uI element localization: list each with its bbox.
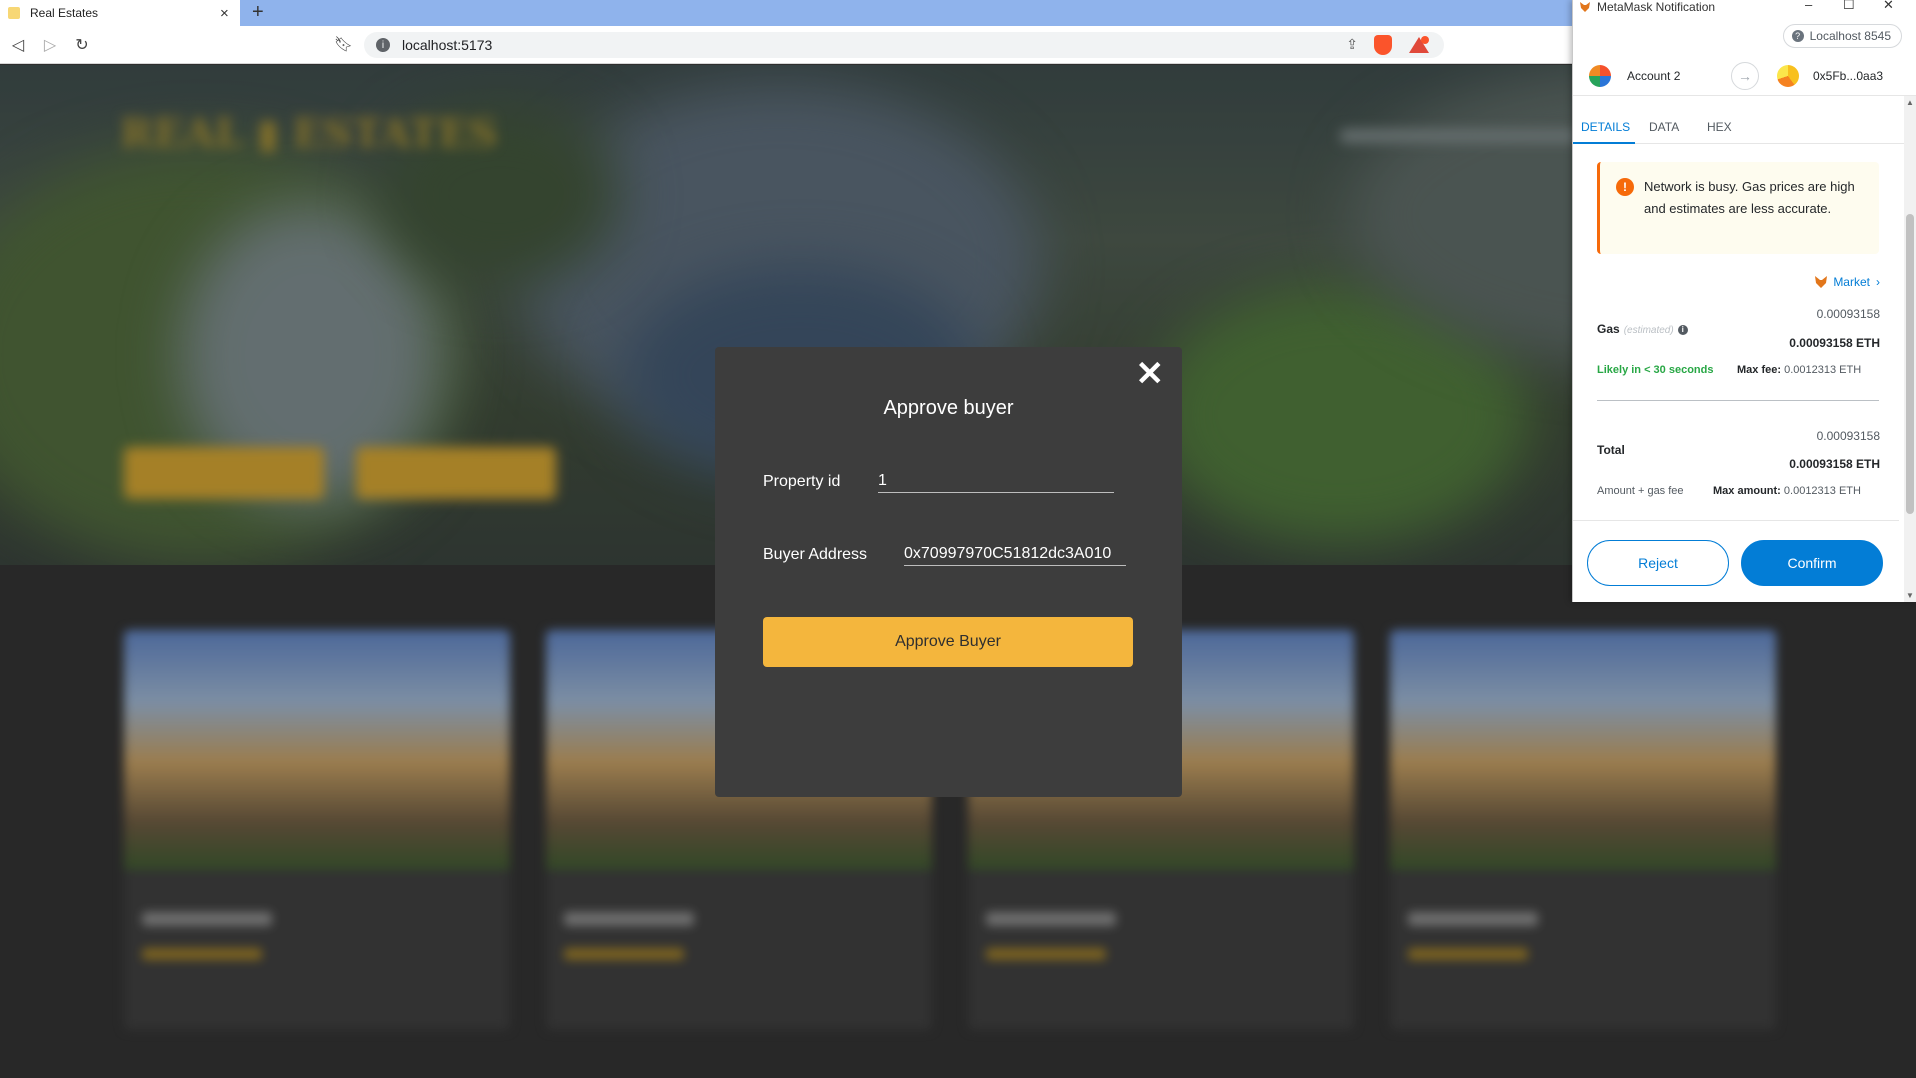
maximize-icon[interactable]: ☐ xyxy=(1843,0,1855,13)
total-label: Total xyxy=(1597,443,1625,457)
max-fee-label: Max fee: xyxy=(1737,364,1782,376)
metamask-titlebar: MetaMask Notification – ☐ ✕ xyxy=(1573,0,1916,14)
warning-text: Network is busy. Gas prices are high and… xyxy=(1644,179,1855,216)
buyer-address-label: Buyer Address xyxy=(763,546,868,563)
close-icon[interactable]: ✕ xyxy=(1136,357,1165,391)
arrow-right-icon: → xyxy=(1731,62,1759,90)
buyer-address-input[interactable] xyxy=(904,542,1126,566)
reject-button[interactable]: Reject xyxy=(1587,540,1729,586)
warning-icon: ! xyxy=(1616,178,1634,196)
from-account-name[interactable]: Account 2 xyxy=(1627,69,1680,83)
scroll-up-icon[interactable]: ▲ xyxy=(1906,98,1914,107)
scrollbar[interactable]: ▲ ▼ xyxy=(1904,96,1916,602)
max-fee-value: 0.0012313 ETH xyxy=(1784,364,1862,376)
metamask-notification-window: MetaMask Notification – ☐ ✕ ? Localhost … xyxy=(1572,0,1916,602)
new-tab-button[interactable]: + xyxy=(252,1,264,24)
approve-buyer-modal: ✕ Approve buyer Property id Buyer Addres… xyxy=(715,347,1182,797)
share-icon[interactable]: ⇪ xyxy=(1346,36,1358,53)
network-busy-warning: ! Network is busy. Gas prices are high a… xyxy=(1597,162,1879,254)
brave-rewards-icon[interactable] xyxy=(1408,35,1430,55)
gas-likely-time: Likely in < 30 seconds xyxy=(1597,364,1714,376)
approve-buyer-button[interactable]: Approve Buyer xyxy=(763,617,1133,667)
tab-details[interactable]: DETAILS xyxy=(1581,120,1630,134)
total-primary-value: 0.00093158 ETH xyxy=(1789,457,1880,471)
gas-label: Gas xyxy=(1597,322,1620,336)
network-name: Localhost 8545 xyxy=(1809,29,1891,43)
gas-secondary-value: 0.00093158 xyxy=(1816,307,1880,321)
browser-tab[interactable]: Real Estates × xyxy=(0,0,240,26)
window-title: MetaMask Notification xyxy=(1597,0,1716,14)
divider xyxy=(1597,400,1879,401)
scrollbar-thumb[interactable] xyxy=(1906,214,1914,514)
tab-hex[interactable]: HEX xyxy=(1707,120,1732,134)
max-amount-row: Max amount: 0.0012313 ETH xyxy=(1713,485,1861,497)
scroll-down-icon[interactable]: ▼ xyxy=(1906,591,1914,600)
forward-icon[interactable]: ▷ xyxy=(40,35,60,55)
gas-label-row: Gas (estimated) i xyxy=(1597,322,1688,336)
window-close-icon[interactable]: ✕ xyxy=(1883,0,1894,13)
bookmark-icon[interactable]: 🔖︎ xyxy=(334,35,353,53)
market-label: Market xyxy=(1833,275,1870,289)
brave-shields-icon[interactable] xyxy=(1374,35,1392,55)
from-account-avatar xyxy=(1589,65,1611,87)
site-info-icon[interactable]: i xyxy=(376,38,390,52)
max-amount-label: Max amount: xyxy=(1713,485,1781,497)
chevron-right-icon: › xyxy=(1876,275,1880,289)
gas-primary-value: 0.00093158 ETH xyxy=(1789,336,1880,350)
to-account-avatar xyxy=(1777,65,1799,87)
reload-icon[interactable]: ↻ xyxy=(72,35,92,55)
gas-estimated-label: (estimated) xyxy=(1623,325,1674,336)
url-text[interactable]: localhost:5173 xyxy=(402,37,492,53)
tab-data[interactable]: DATA xyxy=(1649,120,1679,134)
total-sub-label: Amount + gas fee xyxy=(1597,485,1684,497)
network-status-icon: ? xyxy=(1791,30,1804,42)
sender-recipient: Account 2 → 0x5Fb...0aa3 xyxy=(1573,56,1916,96)
max-fee-row: Max fee: 0.0012313 ETH xyxy=(1737,364,1861,376)
max-amount-value: 0.0012313 ETH xyxy=(1783,485,1861,497)
confirm-button[interactable]: Confirm xyxy=(1741,540,1883,586)
to-address[interactable]: 0x5Fb...0aa3 xyxy=(1813,69,1883,83)
property-id-label: Property id xyxy=(763,473,841,490)
total-secondary-value: 0.00093158 xyxy=(1816,429,1880,443)
tab-title: Real Estates xyxy=(30,6,99,20)
metamask-fox-icon xyxy=(1580,2,1590,12)
site-favicon-icon xyxy=(8,7,20,19)
address-bar[interactable]: i localhost:5173 ⇪ xyxy=(364,32,1444,58)
active-tab-indicator xyxy=(1573,142,1635,144)
tab-close-icon[interactable]: × xyxy=(220,5,232,22)
gas-market-link[interactable]: Market › xyxy=(1814,275,1880,289)
minimize-icon[interactable]: – xyxy=(1805,0,1812,12)
footer-divider xyxy=(1573,520,1899,521)
metamask-tabs: DETAILS DATA HEX xyxy=(1573,112,1916,144)
fox-icon xyxy=(1815,276,1828,288)
back-icon[interactable]: ◁ xyxy=(8,35,28,55)
info-icon[interactable]: i xyxy=(1677,325,1688,335)
property-id-input[interactable] xyxy=(878,469,1114,493)
modal-title: Approve buyer xyxy=(883,397,1014,419)
network-selector[interactable]: ? Localhost 8545 xyxy=(1782,24,1902,48)
